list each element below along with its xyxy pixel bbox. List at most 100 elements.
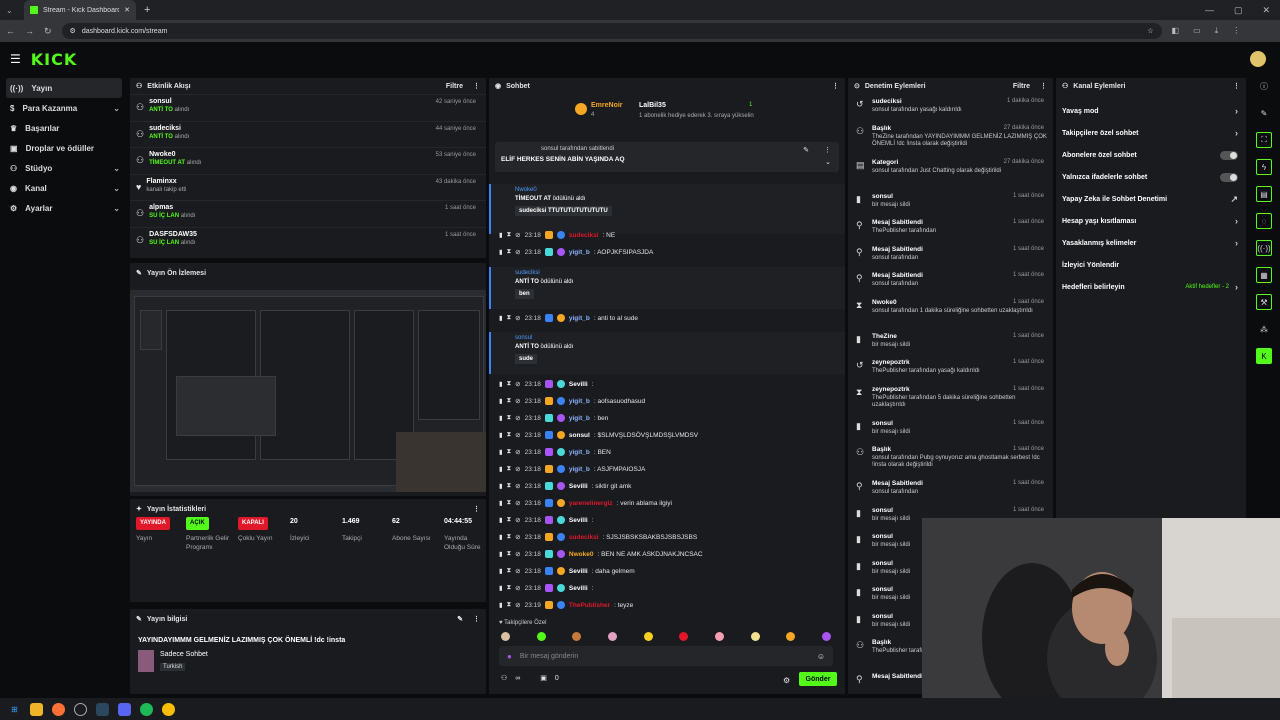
redeem-user[interactable]: Nwoke0 xyxy=(515,187,845,193)
discord-icon[interactable] xyxy=(118,702,131,716)
timeout-icon[interactable]: ⧗ xyxy=(507,397,512,405)
sidebar-item-1[interactable]: $ Para Kazanma ⌄ xyxy=(0,98,128,118)
mod-action-item[interactable]: ▮ sonsul bir mesajı sildi 1 saat önce xyxy=(848,420,1050,447)
chat-message[interactable]: ▮ ⧗ ⊘ 23:18 yigit_b: ASJFMPAIOSJA xyxy=(499,465,645,473)
message-user[interactable]: Nwoke0 xyxy=(569,551,594,558)
site-info-icon[interactable]: ⚙ xyxy=(70,27,76,35)
kick-logo[interactable]: KICK xyxy=(31,50,78,69)
delete-message-icon[interactable]: ▮ xyxy=(499,314,503,322)
message-user[interactable]: yigit_b xyxy=(569,398,590,405)
menu-dots-icon[interactable]: ⋮ xyxy=(1232,26,1240,36)
layout-icon[interactable]: ▦ xyxy=(1256,267,1272,283)
tab-list-icon[interactable]: ⌄ xyxy=(6,6,13,15)
delete-message-icon[interactable]: ▮ xyxy=(499,431,503,439)
channel-actions-menu-icon[interactable]: ⋮ xyxy=(1233,82,1240,90)
chat-input[interactable]: ● Bir mesaj gönderin ☺ xyxy=(499,646,833,666)
ban-icon[interactable]: ⊘ xyxy=(515,231,520,239)
activity-menu-icon[interactable]: ⋮ xyxy=(473,82,480,90)
timeout-icon[interactable]: ⧗ xyxy=(507,448,512,456)
activity-item[interactable]: ♥ Flaminxx kanalı takip etti 43 dakika önce xyxy=(130,173,486,201)
channel-action-item[interactable]: Yasaklanmış kelimeler › xyxy=(1056,232,1246,254)
delete-message-icon[interactable]: ▮ xyxy=(499,567,503,575)
emote-picker-icon[interactable]: ● xyxy=(507,652,512,661)
timeout-icon[interactable]: ⧗ xyxy=(507,431,512,439)
expand-icon[interactable]: ⛶ xyxy=(1256,132,1272,148)
toggle-switch[interactable] xyxy=(1220,172,1238,182)
mod-filter-button[interactable]: Filtre xyxy=(1013,83,1030,90)
bookmark-star-icon[interactable]: ☆ xyxy=(1147,27,1153,35)
ban-icon[interactable]: ⊘ xyxy=(515,414,520,422)
channel-action-item[interactable]: Abonelere özel sohbet xyxy=(1056,144,1246,166)
channel-action-item[interactable]: Yalnızca ifadelerle sohbet xyxy=(1056,166,1246,188)
emoji-icon[interactable]: ☺ xyxy=(817,652,825,661)
ban-icon[interactable]: ⊘ xyxy=(515,448,520,456)
close-tab-icon[interactable]: ✕ xyxy=(124,6,130,14)
mod-action-item[interactable]: ⚇ Başlık TheZine tarafından YAYINDAYIMMM G… xyxy=(848,125,1050,159)
chevron-right-icon[interactable]: › xyxy=(1235,128,1238,138)
notes-icon[interactable]: ▤ xyxy=(1256,186,1272,202)
chevron-right-icon[interactable]: › xyxy=(1235,282,1238,292)
sidebar-item-0[interactable]: ((·)) Yayın xyxy=(6,78,122,98)
delete-message-icon[interactable]: ▮ xyxy=(499,499,503,507)
message-user[interactable]: Sevilli xyxy=(569,381,588,388)
emote-icon[interactable] xyxy=(786,632,796,641)
chat-message[interactable]: ▮ ⧗ ⊘ 23:19 ThePublisher: teyze xyxy=(499,601,633,609)
timeout-icon[interactable]: ⧗ xyxy=(507,465,512,473)
ban-icon[interactable]: ⊘ xyxy=(515,465,520,473)
emote-icon[interactable] xyxy=(536,632,546,641)
chat-settings-icon[interactable]: ⚙ xyxy=(783,676,790,685)
mod-action-item[interactable]: ⧗ Nwoke0 sonsul tarafından 1 dakika süreli… xyxy=(848,299,1050,333)
emote-icon[interactable] xyxy=(607,632,617,641)
external-link-icon[interactable]: ↗ xyxy=(1230,194,1238,205)
delete-message-icon[interactable]: ▮ xyxy=(499,584,503,592)
emote-icon[interactable] xyxy=(750,632,760,641)
gift-icon[interactable]: ▣ xyxy=(540,674,547,682)
edit-icon[interactable]: ✎ xyxy=(1256,105,1272,121)
activity-item[interactable]: ⚇ Nwoke0 TİMEOUT AT alındı 53 saniye önce xyxy=(130,147,486,174)
chat-message[interactable]: ▮ ⧗ ⊘ 23:18 sudeciksi: SJSJSBSKSBAKBSJSBSJSB… xyxy=(499,533,697,541)
minimize-icon[interactable]: — xyxy=(1205,5,1214,16)
emote-icon[interactable] xyxy=(572,632,582,641)
chat-message[interactable]: ▮ ⧗ ⊘ 23:18 Sevilli: daha gelmem xyxy=(499,567,635,575)
message-user[interactable]: sudeciksi xyxy=(569,232,599,239)
chat-message[interactable]: ▮ ⧗ ⊘ 23:18 yigit_b: anti to al sude xyxy=(499,314,638,322)
mod-action-item[interactable]: ⚲ Mesaj Sabitlendi ThePublisher tarafından… xyxy=(848,219,1050,246)
ban-icon[interactable]: ⊘ xyxy=(515,397,520,405)
send-button[interactable]: Gönder xyxy=(799,672,837,686)
timeout-icon[interactable]: ⧗ xyxy=(507,601,512,609)
message-user[interactable]: Sevilli xyxy=(569,483,588,490)
emote-icon[interactable] xyxy=(821,632,831,641)
chat-bubble-icon[interactable]: ◌ xyxy=(1256,213,1272,229)
profile-icon[interactable]: ▭ xyxy=(1193,26,1201,36)
emote-icon[interactable] xyxy=(501,632,510,641)
timeout-icon[interactable]: ⧗ xyxy=(507,584,512,592)
delete-message-icon[interactable]: ▮ xyxy=(499,380,503,388)
steam-icon[interactable] xyxy=(96,702,109,716)
emote-icon[interactable] xyxy=(714,632,724,641)
timeout-icon[interactable]: ⧗ xyxy=(507,499,512,507)
stream-preview-video[interactable] xyxy=(130,290,486,492)
mod-action-item[interactable]: ⚲ Mesaj Sabitlendi sonsul tarafından 1 saat… xyxy=(848,272,1050,299)
message-user[interactable]: ThePublisher xyxy=(569,602,610,609)
delete-message-icon[interactable]: ▮ xyxy=(499,516,503,524)
delete-message-icon[interactable]: ▮ xyxy=(499,448,503,456)
channel-action-item[interactable]: Hedefleri belirleyin Aktif hedefler - 2 › xyxy=(1056,276,1246,298)
new-tab-icon[interactable]: + xyxy=(144,4,150,16)
activity-item[interactable]: ⚇ sudeciksi ANTİ TO alındı 44 saniye önce xyxy=(130,120,486,148)
channel-action-item[interactable]: Hesap yaşı kısıtlaması › xyxy=(1056,210,1246,232)
mod-action-item[interactable]: ▮ sonsul bir mesajı sildi 1 saat önce xyxy=(848,193,1050,220)
timeout-icon[interactable]: ⧗ xyxy=(507,533,512,541)
reward-redeem-message[interactable]: sonsul ANTİ TO ödülünü aldı sude xyxy=(489,332,845,374)
timeout-icon[interactable]: ⧗ xyxy=(507,414,512,422)
message-user[interactable]: sudeciksi xyxy=(569,534,599,541)
mod-action-item[interactable]: ▮ TheZine bir mesajı sildi 1 saat önce xyxy=(848,333,1050,360)
chat-message[interactable]: ▮ ⧗ ⊘ 23:18 yigit_b: aofsasuodhasud xyxy=(499,397,645,405)
broadcast-tool-icon[interactable]: ((·)) xyxy=(1256,240,1272,256)
chevron-down-icon[interactable]: ⌄ xyxy=(113,184,120,193)
sidebar-item-4[interactable]: ⚇ Stüdyo ⌄ xyxy=(0,158,128,178)
reload-icon[interactable]: ↻ xyxy=(44,26,52,37)
user-avatar[interactable] xyxy=(1250,51,1266,67)
firefox-icon[interactable] xyxy=(52,702,65,716)
mod-action-item[interactable]: ▤ Kategori sonsul tarafından Just Chatting… xyxy=(848,159,1050,193)
spotify-icon[interactable] xyxy=(140,702,153,716)
